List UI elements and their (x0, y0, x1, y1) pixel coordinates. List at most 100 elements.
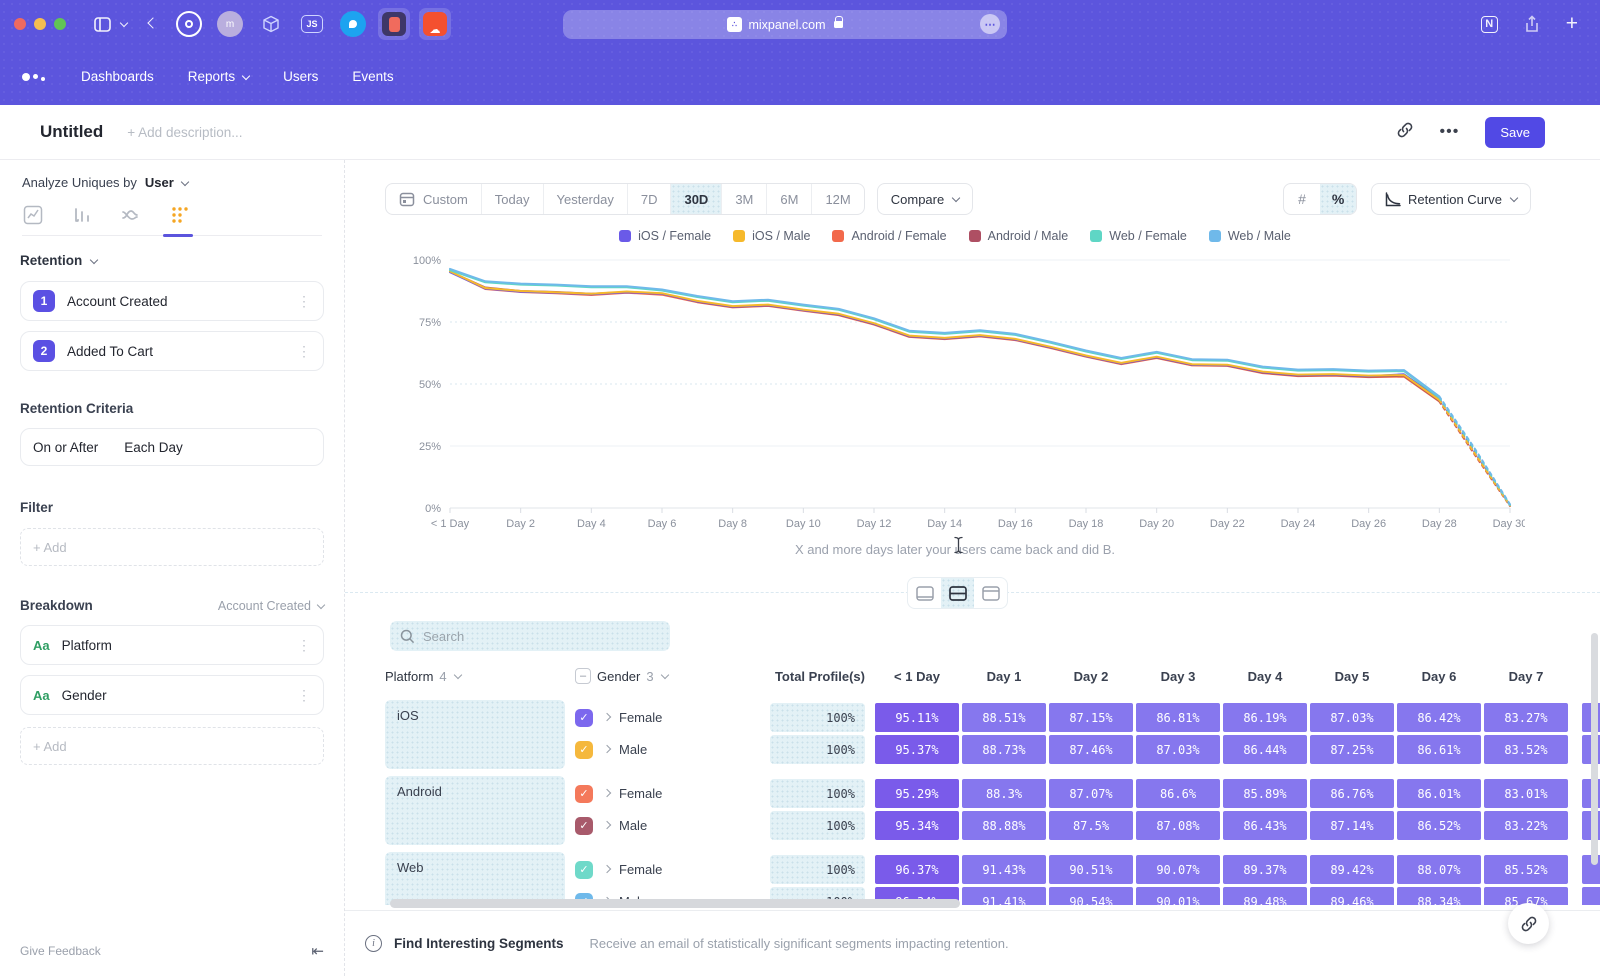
table-header-day[interactable]: Day 3 (1136, 662, 1220, 690)
table-header-gender[interactable]: –Gender3 (575, 662, 668, 690)
notion-icon[interactable]: N (1481, 16, 1498, 33)
gender-row-android-female[interactable]: ✓Female (575, 779, 755, 808)
gender-row-web-female[interactable]: ✓Female (575, 855, 755, 884)
breakdown-platform[interactable]: Aa Platform ⋮ (20, 625, 324, 665)
table-header-day[interactable]: Day 7 (1484, 662, 1568, 690)
range-button-7d[interactable]: 7D (628, 184, 672, 214)
count-toggle-button[interactable]: # (1284, 184, 1320, 214)
nav-events[interactable]: Events (352, 69, 393, 84)
table-header-platform[interactable]: Platform4 (385, 662, 461, 690)
window-controls[interactable] (14, 18, 66, 30)
report-description-placeholder[interactable]: + Add description... (127, 125, 242, 140)
collapse-sidebar-icon[interactable]: ⇤ (311, 942, 324, 960)
table-header-day[interactable]: Day 1 (962, 662, 1046, 690)
legend-item-web-female[interactable]: Web / Female (1090, 229, 1187, 243)
gender-checkbox[interactable]: ✓ (575, 861, 593, 879)
breakdown-add-button[interactable]: + Add (20, 727, 324, 765)
find-segments-title[interactable]: Find Interesting Segments (394, 936, 564, 951)
chrome-dropdown-icon[interactable] (119, 22, 127, 26)
layout-split-button[interactable] (941, 578, 974, 608)
range-button-yesterday[interactable]: Yesterday (544, 184, 628, 214)
expand-row-icon[interactable] (603, 788, 611, 796)
table-header-day[interactable]: Day 2 (1049, 662, 1133, 690)
expand-row-icon[interactable] (603, 864, 611, 872)
range-button-6m[interactable]: 6M (767, 184, 812, 214)
kebab-menu-icon[interactable]: ⋮ (297, 343, 311, 360)
tab-flows[interactable] (120, 204, 142, 226)
gender-checkbox[interactable]: ✓ (575, 785, 593, 803)
expand-row-icon[interactable] (603, 820, 611, 828)
analyze-value[interactable]: User (145, 175, 174, 190)
retention-section-header[interactable]: Retention (20, 253, 324, 268)
table-header-day[interactable]: Day 4 (1223, 662, 1307, 690)
vertical-scrollbar[interactable] (1591, 633, 1598, 865)
share-link-floating-button[interactable] (1508, 903, 1549, 944)
zoom-window-button[interactable] (54, 18, 66, 30)
share-icon[interactable] (1524, 15, 1540, 33)
legend-item-ios-male[interactable]: iOS / Male (733, 229, 810, 243)
nav-dashboards[interactable]: Dashboards (81, 69, 154, 84)
extension-js-icon[interactable]: JS (296, 8, 328, 40)
extension-dark-icon[interactable] (378, 8, 410, 40)
legend-item-android-female[interactable]: Android / Female (832, 229, 946, 243)
range-button-12m[interactable]: 12M (812, 184, 863, 214)
give-feedback-link[interactable]: Give Feedback (20, 944, 101, 958)
more-options-icon[interactable]: ••• (1440, 123, 1460, 141)
close-window-button[interactable] (14, 18, 26, 30)
table-search-input[interactable]: Search (390, 621, 670, 651)
retention-step-1[interactable]: 1 Account Created ⋮ (20, 281, 324, 321)
extension-soundcloud-icon[interactable]: ☁ (419, 8, 451, 40)
back-button[interactable] (147, 21, 157, 27)
range-button-today[interactable]: Today (482, 184, 544, 214)
horizontal-scrollbar[interactable] (390, 899, 960, 908)
url-bar[interactable]: ∴ mixpanel.com ⋯ (563, 10, 1007, 39)
gender-checkbox[interactable]: ✓ (575, 709, 593, 727)
gender-checkbox[interactable]: ✓ (575, 817, 593, 835)
new-tab-icon[interactable]: + (1566, 12, 1578, 36)
gender-checkbox[interactable]: ✓ (575, 741, 593, 759)
sidebar-toggle-icon[interactable] (94, 17, 111, 32)
kebab-menu-icon[interactable]: ⋮ (297, 637, 311, 654)
expand-row-icon[interactable] (603, 744, 611, 752)
extension-cube-icon[interactable] (255, 8, 287, 40)
extension-blue-icon[interactable] (337, 8, 369, 40)
kebab-menu-icon[interactable]: ⋮ (297, 293, 311, 310)
breakdown-scope-select[interactable]: Account Created (218, 599, 324, 613)
range-button-30d[interactable]: 30D (671, 184, 722, 214)
layout-table-only-button[interactable] (974, 578, 1007, 608)
gender-row-ios-female[interactable]: ✓Female (575, 703, 755, 732)
filter-add-button[interactable]: + Add (20, 528, 324, 566)
expand-row-icon[interactable] (603, 712, 611, 720)
tab-retention[interactable] (169, 204, 191, 226)
table-header-day[interactable]: < 1 Day (875, 662, 959, 690)
table-header-day[interactable]: Day 5 (1310, 662, 1394, 690)
chart-type-select[interactable]: Retention Curve (1371, 183, 1531, 215)
indeterminate-checkbox[interactable]: – (575, 668, 591, 684)
layout-chart-only-button[interactable] (908, 578, 941, 608)
legend-item-ios-female[interactable]: iOS / Female (619, 229, 711, 243)
retention-step-2[interactable]: 2 Added To Cart ⋮ (20, 331, 324, 371)
breakdown-gender[interactable]: Aa Gender ⋮ (20, 675, 324, 715)
table-header-total[interactable]: Total Profile(s) (770, 662, 865, 690)
legend-item-android-male[interactable]: Android / Male (969, 229, 1069, 243)
extension-m-icon[interactable]: m (214, 8, 246, 40)
save-button[interactable]: Save (1485, 117, 1545, 148)
percent-toggle-button[interactable]: % (1320, 184, 1356, 214)
table-header-day[interactable]: Day 6 (1397, 662, 1481, 690)
tab-funnels[interactable] (71, 204, 93, 226)
range-button-3m[interactable]: 3M (722, 184, 767, 214)
kebab-menu-icon[interactable]: ⋮ (297, 687, 311, 704)
mixpanel-logo[interactable] (22, 73, 45, 81)
gender-row-android-male[interactable]: ✓Male (575, 811, 755, 840)
minimize-window-button[interactable] (34, 18, 46, 30)
nav-reports[interactable]: Reports (188, 69, 249, 84)
tab-insights[interactable] (22, 204, 44, 226)
nav-users[interactable]: Users (283, 69, 318, 84)
url-menu-icon[interactable]: ⋯ (980, 14, 1000, 34)
gender-row-ios-male[interactable]: ✓Male (575, 735, 755, 764)
extension-target-icon[interactable] (173, 8, 205, 40)
copy-link-icon[interactable] (1396, 121, 1414, 144)
range-button-custom[interactable]: Custom (386, 184, 482, 214)
compare-button[interactable]: Compare (877, 183, 973, 215)
retention-criteria-select[interactable]: On or After Each Day (20, 428, 324, 466)
